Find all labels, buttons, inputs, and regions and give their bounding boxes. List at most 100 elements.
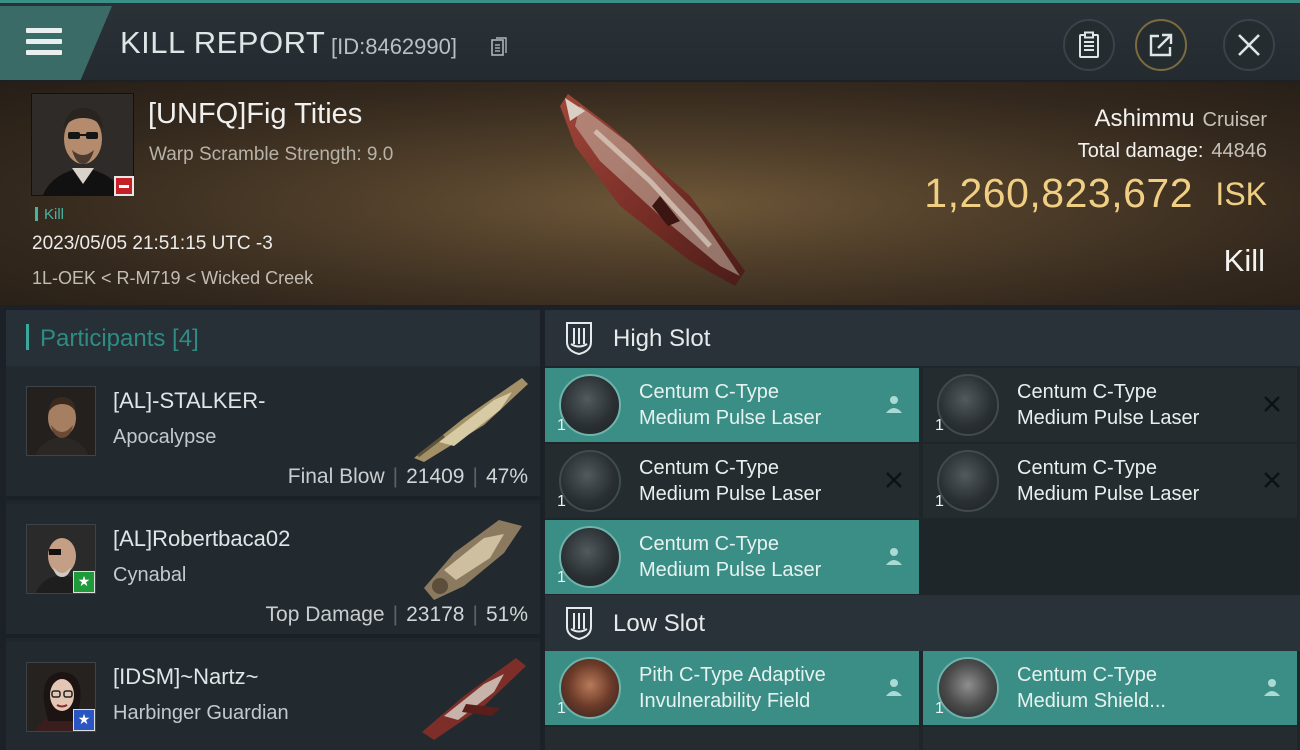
close-icon: [1238, 34, 1260, 56]
module-quantity: 1: [935, 700, 944, 717]
participant-ship: Apocalypse: [113, 426, 217, 448]
low-slot-title: Low Slot: [613, 610, 706, 637]
close-button[interactable]: [1223, 19, 1275, 71]
pulse-laser-icon: [559, 526, 621, 588]
module-item-partial[interactable]: [545, 727, 919, 750]
clipboard-button[interactable]: [1063, 19, 1115, 71]
hamburger-icon: [26, 28, 62, 58]
high-slot-icon: [566, 322, 592, 356]
share-button[interactable]: [1135, 19, 1187, 71]
module-name: Centum C-Type Medium Pulse Laser: [639, 381, 822, 429]
module-name: Centum C-Type Medium Shield...: [1017, 664, 1166, 712]
module-quantity: 1: [557, 700, 566, 717]
destroyed-x-icon: [1264, 472, 1280, 488]
menu-button[interactable]: [0, 6, 112, 80]
participant-ship-image: [414, 378, 528, 462]
module-item[interactable]: 1 Centum C-Type Medium Shield...: [923, 651, 1297, 725]
destroyed-x-icon: [886, 472, 902, 488]
participant-row[interactable]: ★ [IDSM]~Nartz~ Harbinger Guardian: [6, 642, 540, 750]
kill-timestamp: 2023/05/05 21:51:15 UTC -3: [32, 233, 273, 254]
dropped-person-icon: [1264, 679, 1280, 696]
participant-stats: Final Blow | 21409 | 47%: [287, 465, 528, 488]
participant-ship-image: [424, 520, 522, 600]
kill-tag: Kill: [35, 206, 64, 223]
report-id: [ID:8462990]: [331, 34, 457, 59]
participants-title: Participants [4]: [26, 324, 199, 353]
pilot-portrait-image: [27, 387, 95, 455]
victim-banner: [UNFQ]Fig Tities Warp Scramble Strength:…: [0, 82, 1300, 305]
pulse-laser-icon: [937, 450, 999, 512]
participant-ship-image: [422, 658, 526, 740]
warp-scramble-strength: Warp Scramble Strength: 9.0: [149, 144, 394, 165]
participant-name[interactable]: [IDSM]~Nartz~: [113, 664, 258, 690]
participant-name[interactable]: [AL]-STALKER-: [113, 388, 265, 414]
module-item[interactable]: 1 Centum C-Type Medium Pulse Laser: [545, 444, 919, 518]
module-quantity: 1: [557, 569, 566, 586]
module-item[interactable]: 1 Centum C-Type Medium Pulse Laser: [545, 368, 919, 442]
dropped-person-icon: [886, 548, 902, 565]
module-name: Centum C-Type Medium Pulse Laser: [1017, 457, 1200, 505]
module-item[interactable]: 1 Centum C-Type Medium Pulse Laser: [923, 368, 1297, 442]
participant-damage: 23178: [406, 603, 465, 626]
ship-class: Cruiser: [1202, 109, 1267, 131]
participant-percent: 47%: [485, 465, 528, 488]
clipboard-icon: [1079, 31, 1099, 58]
isk-label: ISK: [1215, 176, 1267, 212]
low-slot-header: Low Slot: [545, 595, 1300, 651]
dropped-person-icon: [886, 679, 902, 696]
hostile-badge-icon: [114, 176, 134, 196]
shield-module-icon: [937, 657, 999, 719]
victim-ship-image[interactable]: [540, 86, 770, 301]
module-name: Pith C-Type Adaptive Invulnerability Fiel…: [639, 664, 826, 712]
copy-icon[interactable]: [491, 37, 507, 57]
destroyed-x-icon: [1264, 396, 1280, 412]
participant-ship: Harbinger Guardian: [113, 702, 289, 724]
module-name: Centum C-Type Medium Pulse Laser: [639, 457, 822, 505]
high-slot-header: High Slot: [545, 310, 1300, 366]
page-title: KILL REPORT: [120, 25, 326, 60]
pulse-laser-icon: [559, 374, 621, 436]
star-badge-icon: ★: [73, 571, 95, 593]
low-slot-icon: [566, 607, 592, 641]
isk-value: 1,260,823,672: [924, 170, 1193, 216]
total-damage: Total damage: 44846: [1078, 140, 1267, 163]
participant-stats: Top Damage | 23178 | 51%: [265, 603, 528, 626]
module-item[interactable]: 1 Centum C-Type Medium Pulse Laser: [923, 444, 1297, 518]
module-name: Centum C-Type Medium Pulse Laser: [639, 533, 822, 581]
participant-damage: 21409: [406, 465, 465, 488]
module-quantity: 1: [935, 417, 944, 434]
victim-ship-name[interactable]: Ashimmu Cruiser: [1095, 105, 1267, 133]
share-icon: [1149, 33, 1173, 57]
participants-panel: Participants [4] [AL]-STALKER- Apocalyps…: [6, 310, 540, 750]
participant-name[interactable]: [AL]Robertbaca02: [113, 526, 290, 552]
participant-stat-label: Final Blow: [287, 465, 385, 488]
result-label: Kill: [1223, 243, 1265, 278]
participant-percent: 51%: [485, 603, 528, 626]
module-quantity: 1: [557, 493, 566, 510]
high-slot-title: High Slot: [613, 325, 711, 352]
participant-row[interactable]: [AL]-STALKER- Apocalypse Final Blow | 2140…: [6, 366, 540, 500]
module-name: Centum C-Type Medium Pulse Laser: [1017, 381, 1200, 429]
victim-name[interactable]: [UNFQ]Fig Tities: [148, 98, 362, 131]
total-damage-value: 44846: [1211, 140, 1267, 162]
module-quantity: 1: [557, 417, 566, 434]
participant-row[interactable]: ★ [AL]Robertbaca02 Cynabal Top Damage | 23…: [6, 504, 540, 638]
total-damage-label: Total damage:: [1077, 140, 1204, 162]
shield-module-icon: [559, 657, 621, 719]
fitting-panel: High Slot 1 Centum C-Type Medium Pulse La…: [545, 310, 1300, 750]
pulse-laser-icon: [559, 450, 621, 512]
participant-portrait: [26, 386, 96, 456]
star-badge-icon: ★: [73, 709, 95, 731]
participant-stat-label: Top Damage: [265, 603, 385, 626]
ship-type: Ashimmu: [1094, 105, 1195, 132]
pulse-laser-icon: [937, 374, 999, 436]
participants-header: Participants [4]: [6, 310, 540, 366]
top-bar: KILL REPORT [ID:8462990]: [0, 0, 1300, 80]
dropped-person-icon: [886, 396, 902, 413]
participant-ship: Cynabal: [113, 564, 187, 586]
module-item-partial[interactable]: [923, 727, 1297, 750]
kill-location[interactable]: 1L-OEK < R-M719 < Wicked Creek: [32, 268, 313, 289]
module-item[interactable]: 1 Centum C-Type Medium Pulse Laser: [545, 520, 919, 594]
module-quantity: 1: [935, 493, 944, 510]
module-item[interactable]: 1 Pith C-Type Adaptive Invulnerability Fi…: [545, 651, 919, 725]
